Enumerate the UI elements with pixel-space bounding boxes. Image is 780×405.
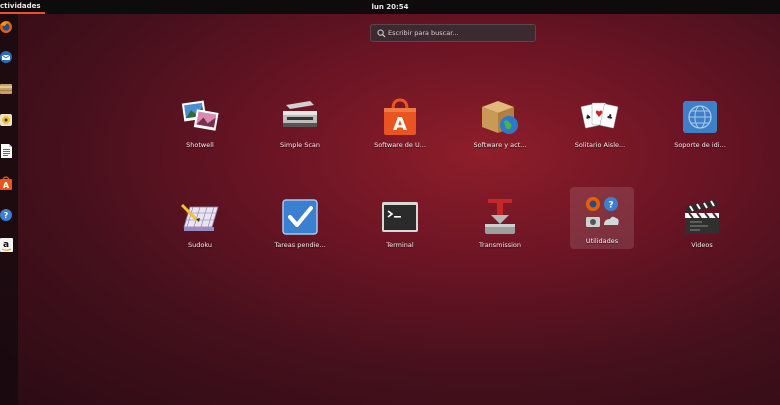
dock-item-files[interactable] xyxy=(0,80,14,98)
app-label: Solitario Aisle... xyxy=(574,141,626,149)
app-language-support[interactable]: Soporte de idi... xyxy=(660,93,740,157)
libreoffice-writer-icon xyxy=(1,144,12,158)
app-utilities-folder[interactable]: ? Utilidades xyxy=(570,187,634,249)
clapperboard-icon xyxy=(685,200,719,234)
app-label: Software de U... xyxy=(374,141,426,149)
activities-button[interactable]: ctividades xyxy=(0,0,45,14)
help-icon: ? xyxy=(0,209,12,221)
scanner-icon xyxy=(283,101,317,127)
dock-item-firefox[interactable] xyxy=(0,18,14,36)
top-bar: ctividades lun 20:54 xyxy=(0,0,780,14)
dock-item-amazon[interactable]: a xyxy=(0,236,14,254)
transmission-icon xyxy=(485,199,515,234)
software-center-icon: A xyxy=(0,176,12,190)
app-aisleriot[interactable]: ♥ ♠ ♣ Solitario Aisle... xyxy=(560,93,640,157)
rhythmbox-icon xyxy=(0,114,12,126)
app-label: Simple Scan xyxy=(279,141,321,149)
svg-text:A: A xyxy=(3,181,10,190)
svg-text:♥: ♥ xyxy=(595,110,603,120)
app-label: Sudoku xyxy=(187,241,213,249)
firefox-icon xyxy=(0,21,12,33)
dock-item-help[interactable]: ? xyxy=(0,206,14,224)
app-label: Transmission xyxy=(479,241,521,249)
software-bag-icon: A xyxy=(384,98,416,135)
files-icon xyxy=(0,84,12,94)
dock-item-writer[interactable] xyxy=(0,142,14,160)
amazon-icon: a xyxy=(0,238,13,252)
dock: A ? a xyxy=(0,14,18,405)
checkmark-icon xyxy=(282,199,318,235)
app-software-updates[interactable]: Software y act... xyxy=(460,93,540,157)
shotwell-icon xyxy=(181,100,219,131)
app-label: Software y act... xyxy=(473,141,527,149)
terminal-icon xyxy=(382,202,418,232)
svg-text:?: ? xyxy=(4,211,9,220)
app-terminal[interactable]: Terminal xyxy=(360,193,440,257)
sudoku-icon xyxy=(180,203,219,231)
app-tasks[interactable]: Tareas pendie... xyxy=(260,193,340,257)
search-input[interactable] xyxy=(388,26,528,40)
app-sudoku[interactable]: Sudoku xyxy=(160,193,240,257)
utilities-folder-icon: ? xyxy=(586,197,619,227)
svg-text:a: a xyxy=(3,240,9,250)
svg-text:A: A xyxy=(393,114,407,135)
playing-cards-icon: ♥ ♠ ♣ xyxy=(580,102,619,129)
app-simple-scan[interactable]: Simple Scan xyxy=(260,93,340,157)
app-transmission[interactable]: Transmission xyxy=(460,193,540,257)
app-software-ubuntu[interactable]: A Software de U... xyxy=(360,93,440,157)
app-label: Terminal xyxy=(386,241,414,249)
app-label: Shotwell xyxy=(186,141,214,149)
app-videos[interactable]: Videos xyxy=(662,193,742,257)
search-icon xyxy=(377,29,386,38)
language-globe-icon xyxy=(683,101,717,133)
app-label: Videos xyxy=(691,241,713,249)
clock[interactable]: lun 20:54 xyxy=(371,0,408,14)
dock-item-software[interactable]: A xyxy=(0,174,14,192)
app-label: Utilidades xyxy=(585,237,619,245)
package-globe-icon xyxy=(482,101,518,134)
thunderbird-icon xyxy=(0,51,12,63)
dock-item-rhythmbox[interactable] xyxy=(0,111,14,129)
app-label: Soporte de idi... xyxy=(674,141,726,149)
svg-text:?: ? xyxy=(608,201,613,211)
dock-item-thunderbird[interactable] xyxy=(0,48,14,66)
search-box[interactable] xyxy=(370,24,536,42)
app-shotwell[interactable]: Shotwell xyxy=(160,93,240,157)
app-label: Tareas pendie... xyxy=(274,241,326,249)
